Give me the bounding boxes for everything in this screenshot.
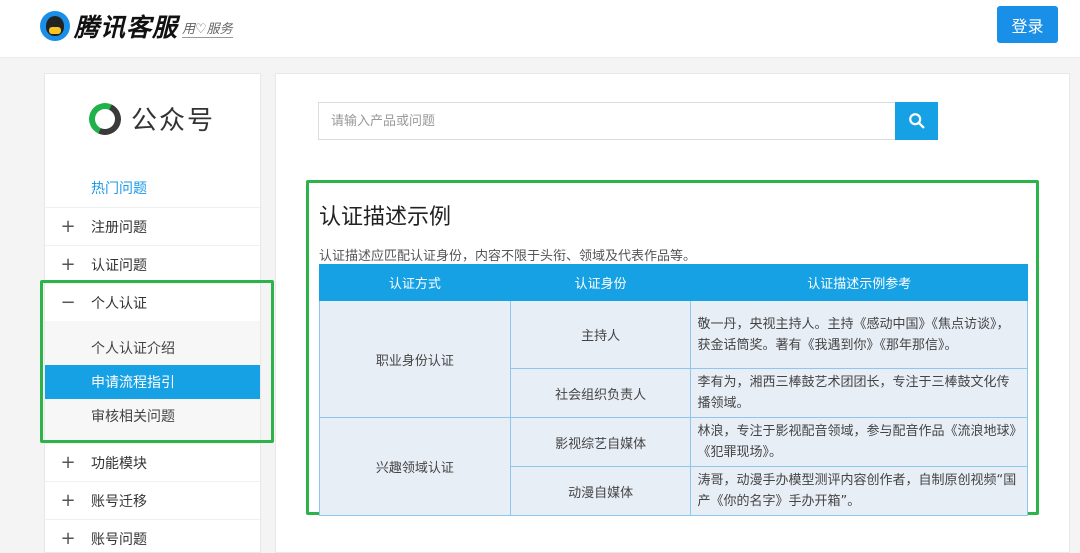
tencent-service-logo[interactable]: 腾讯客服 用♡服务 — [40, 8, 233, 44]
table-row: 职业身份认证 主持人 敬一丹，央视主持人。主持《感动中国》《焦点访谈》，获金话筒… — [319, 300, 1028, 418]
collapse-icon: − — [60, 292, 76, 313]
sidebar-nav: 热门问题 + 注册问题 + 认证问题 − 个人认证 个人认证介绍 申请流程指引 … — [45, 169, 260, 553]
table-cell-method: 职业身份认证 — [319, 300, 511, 418]
sidebar-subitem-review[interactable]: 审核相关问题 — [45, 399, 260, 433]
sidebar-submenu: 个人认证介绍 申请流程指引 审核相关问题 — [45, 321, 260, 443]
product-brand: 公众号 — [84, 97, 216, 140]
sidebar-item-migration[interactable]: + 账号迁移 — [45, 481, 260, 519]
table-cell-method: 兴趣领域认证 — [319, 417, 511, 516]
table-cell-identity: 社会组织负责人 — [509, 368, 692, 418]
table-cell-example: 涛哥，动漫手办模型测评内容创作者，自制原创视频“国产《你的名字》手办开箱”。 — [690, 466, 1028, 516]
article-description: 认证描述应匹配认证身份，内容不限于头衔、领域及代表作品等。 — [319, 249, 697, 264]
sidebar-item-label: 认证问题 — [91, 257, 147, 274]
expand-icon: + — [60, 490, 76, 511]
sidebar-item-label: 账号问题 — [91, 531, 147, 548]
sidebar-item-account[interactable]: + 账号问题 — [45, 519, 260, 553]
sidebar-item-register[interactable]: + 注册问题 — [45, 207, 260, 245]
sidebar-subitem-guide[interactable]: 申请流程指引 — [45, 365, 260, 399]
top-header: 腾讯客服 用♡服务 登录 — [0, 0, 1080, 58]
sidebar-item-hot[interactable]: 热门问题 — [45, 169, 260, 207]
submenu-spacer — [45, 433, 260, 443]
certification-table: 认证方式 认证身份 认证描述示例参考 职业身份认证 主持人 敬一丹，央视主持人。… — [319, 264, 1028, 516]
expand-icon: + — [60, 452, 76, 473]
table-cell-identity: 主持人 — [509, 300, 692, 369]
search-icon — [908, 113, 924, 129]
sidebar-item-personal-cert[interactable]: − 个人认证 — [45, 283, 260, 321]
submenu-spacer — [45, 321, 260, 331]
table-cell-example: 敬一丹，央视主持人。主持《感动中国》《焦点访谈》，获金话筒奖。著有《我遇到你》《… — [690, 300, 1028, 369]
sidebar-subitem-intro[interactable]: 个人认证介绍 — [45, 331, 260, 365]
sidebar-item-features[interactable]: + 功能模块 — [45, 443, 260, 481]
sidebar-item-label: 个人认证 — [91, 295, 147, 312]
table-header-row: 认证方式 认证身份 认证描述示例参考 — [319, 264, 1028, 301]
table-header: 认证描述示例参考 — [690, 264, 1028, 301]
search-button[interactable] — [895, 102, 938, 140]
sidebar-item-label: 账号迁移 — [91, 493, 147, 510]
official-account-icon — [84, 97, 126, 140]
article-title: 认证描述示例 — [319, 205, 452, 230]
expand-icon: + — [60, 254, 76, 275]
expand-icon: + — [60, 528, 76, 549]
expand-icon: + — [60, 216, 76, 237]
table-header: 认证身份 — [509, 264, 692, 301]
sidebar: 公众号 热门问题 + 注册问题 + 认证问题 − 个人认证 个人认证介绍 申请流… — [44, 73, 261, 553]
table-row: 兴趣领域认证 影视综艺自媒体 林浪，专注于影视配音领域，参与配音作品《流浪地球》… — [319, 417, 1028, 516]
logo-slogan: 用♡服务 — [182, 21, 233, 38]
search-bar — [318, 102, 938, 140]
login-button[interactable]: 登录 — [997, 6, 1058, 43]
logo-text: 腾讯客服 — [74, 13, 179, 42]
table-header: 认证方式 — [319, 264, 511, 301]
sidebar-item-certification[interactable]: + 认证问题 — [45, 245, 260, 283]
table-cell-example: 李有为，湘西三棒鼓艺术团团长，专注于三棒鼓文化传播领域。 — [690, 368, 1028, 418]
highlight-box-content: 认证描述示例 认证描述应匹配认证身份，内容不限于头衔、领域及代表作品等。 认证方… — [306, 180, 1039, 516]
sidebar-item-label: 注册问题 — [91, 219, 147, 236]
product-name: 公众号 — [131, 106, 216, 136]
table-cell-example: 林浪，专注于影视配音领域，参与配音作品《流浪地球》《犯罪现场》。 — [690, 417, 1028, 467]
table-cell-identity: 动漫自媒体 — [509, 466, 692, 516]
qq-penguin-icon — [40, 11, 70, 41]
table-cell-identity: 影视综艺自媒体 — [509, 417, 692, 467]
search-input[interactable] — [318, 102, 895, 140]
sidebar-item-label: 功能模块 — [91, 455, 147, 472]
